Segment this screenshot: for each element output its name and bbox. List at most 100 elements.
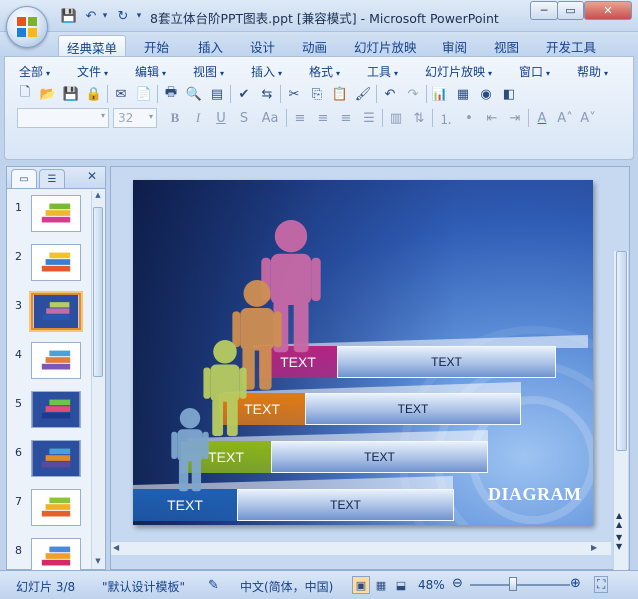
decrease-indent-icon[interactable]: ⇤ — [482, 108, 502, 128]
format-painter-icon[interactable]: 🖌 — [353, 84, 373, 104]
email-icon[interactable]: ✉ — [111, 84, 131, 104]
tab-design[interactable]: 设计 — [242, 35, 283, 56]
align-right-icon[interactable]: ≡ — [336, 108, 356, 128]
slideshow-view-icon[interactable]: ⬓ — [392, 576, 410, 594]
vertical-scroll-thumb[interactable] — [616, 251, 627, 451]
font-size-combo[interactable]: 32 ▾ — [113, 108, 157, 128]
research-icon[interactable]: ▤ — [207, 84, 227, 104]
scroll-down-icon[interactable]: ▼ — [93, 557, 103, 567]
horizontal-scrollbar[interactable]: ◀ ▶ — [111, 541, 611, 555]
language-indicator[interactable]: 中文(简体，中国) — [240, 578, 333, 595]
slide-thumbnail-1[interactable] — [31, 195, 81, 232]
menu-file[interactable]: 文件 ▾ — [77, 63, 108, 80]
slides-tab[interactable]: ▭ — [11, 169, 37, 188]
redo-icon[interactable]: ↻ — [114, 8, 132, 24]
slide-thumbnail-4[interactable] — [31, 342, 81, 379]
save-icon[interactable]: 💾 — [60, 8, 78, 24]
undo-dropdown-icon[interactable]: ▾ — [100, 8, 110, 24]
menu-format[interactable]: 格式 ▾ — [309, 63, 340, 80]
tab-view[interactable]: 视图 — [486, 35, 527, 56]
outline-tab[interactable]: ☰ — [39, 169, 65, 188]
shadow-button[interactable]: S — [234, 108, 254, 128]
next-slide-icon[interactable]: ▼ ▼ — [616, 533, 622, 551]
print-preview-icon[interactable]: 🔍 — [184, 84, 204, 104]
scroll-up-icon[interactable]: ▲ — [93, 191, 103, 201]
customize-qat-icon[interactable]: ▾ — [134, 8, 144, 24]
shrink-font-icon[interactable]: A˅ — [578, 108, 598, 128]
undo-icon[interactable]: ↶ — [380, 84, 400, 104]
slide-diagram-title[interactable]: DIAGRAM — [488, 484, 582, 505]
panel-scroll-thumb[interactable] — [93, 207, 103, 377]
change-case-button[interactable]: Aa — [257, 108, 283, 128]
menu-window[interactable]: 窗口 ▾ — [519, 63, 550, 80]
insert-table-icon[interactable]: ▦ — [453, 84, 473, 104]
print-icon[interactable]: 🖶 — [161, 84, 181, 104]
cut-icon[interactable]: ✂ — [284, 84, 304, 104]
slide-sorter-icon[interactable]: ▦ — [372, 576, 390, 594]
tab-animations[interactable]: 动画 — [294, 35, 335, 56]
undo-icon[interactable]: ↶ — [82, 8, 100, 24]
align-left-icon[interactable]: ≡ — [290, 108, 310, 128]
zoom-out-icon[interactable]: ⊖ — [452, 576, 463, 591]
increase-indent-icon[interactable]: ⇥ — [505, 108, 525, 128]
new-file-icon[interactable]: 🗋 — [15, 84, 35, 104]
align-center-icon[interactable]: ≡ — [313, 108, 333, 128]
restore-button[interactable]: ▭ — [557, 1, 584, 20]
slide-thumbnail-5[interactable] — [31, 391, 81, 428]
menu-insert[interactable]: 插入 ▾ — [251, 63, 282, 80]
font-name-combo[interactable]: ▾ — [17, 108, 109, 128]
slide-thumbnail-7[interactable] — [31, 489, 81, 526]
current-slide[interactable]: TEXT TEXT TEXT TEXT TEXT TEXT TEXT TEXT … — [133, 180, 593, 525]
copy-icon[interactable]: ⎘ — [307, 84, 327, 104]
slide-thumbnail-2[interactable] — [31, 244, 81, 281]
vertical-scrollbar[interactable]: ▲ ▲ ▼ ▼ — [613, 251, 628, 571]
panel-scrollbar[interactable]: ▲ ▼ — [91, 191, 104, 569]
slide-thumbnail-6[interactable] — [31, 440, 81, 477]
translate-icon[interactable]: ⇆ — [257, 84, 277, 104]
office-button[interactable] — [6, 6, 48, 48]
zoom-level[interactable]: 48% — [418, 578, 445, 592]
close-button[interactable]: ✕ — [584, 1, 632, 20]
spelling-icon[interactable]: ✔ — [234, 84, 254, 104]
paste-icon[interactable]: 📋 — [330, 84, 350, 104]
menu-tools[interactable]: 工具 ▾ — [367, 63, 398, 80]
text-direction-icon[interactable]: ⇅ — [409, 108, 429, 128]
tab-home[interactable]: 开始 — [136, 35, 177, 56]
redo-icon[interactable]: ↷ — [403, 84, 423, 104]
columns-icon[interactable]: ▥ — [386, 108, 406, 128]
justify-icon[interactable]: ☰ — [359, 108, 379, 128]
spelling-check-icon[interactable]: ✎ — [208, 578, 219, 593]
slide-thumbnail-3[interactable] — [31, 293, 81, 330]
normal-view-icon[interactable]: ▣ — [352, 576, 370, 594]
clip-art-icon[interactable]: ◉ — [476, 84, 496, 104]
previous-slide-icon[interactable]: ▲ ▲ — [616, 511, 622, 529]
insert-chart-icon[interactable]: 📊 — [430, 84, 450, 104]
italic-button[interactable]: I — [188, 108, 208, 128]
zoom-slider[interactable] — [470, 584, 570, 586]
bullets-icon[interactable]: • — [459, 108, 479, 128]
scroll-right-icon[interactable]: ▶ — [591, 543, 597, 552]
menu-edit[interactable]: 编辑 ▾ — [135, 63, 166, 80]
bold-button[interactable]: B — [165, 108, 185, 128]
grayscale-icon[interactable]: ◧ — [499, 84, 519, 104]
save-icon[interactable]: 💾 — [61, 84, 81, 104]
tab-insert[interactable]: 插入 — [190, 35, 231, 56]
numbering-icon[interactable]: ⒈ — [436, 108, 456, 128]
fit-to-window-icon[interactable]: ⛶ — [594, 576, 609, 593]
tab-developer[interactable]: 开发工具 — [538, 35, 604, 56]
tab-slideshow[interactable]: 幻灯片放映 — [346, 35, 425, 56]
font-color-icon[interactable]: A — [532, 108, 552, 128]
underline-button[interactable]: U — [211, 108, 231, 128]
scroll-left-icon[interactable]: ◀ — [113, 543, 119, 552]
minimize-button[interactable]: ─ — [530, 1, 558, 20]
tab-classic-menu[interactable]: 经典菜单 — [58, 35, 127, 56]
grow-font-icon[interactable]: A˄ — [555, 108, 575, 128]
pdf-icon[interactable]: 📄 — [134, 84, 154, 104]
menu-help[interactable]: 帮助 ▾ — [577, 63, 608, 80]
tab-review[interactable]: 审阅 — [434, 35, 475, 56]
menu-slideshow[interactable]: 幻灯片放映 ▾ — [425, 63, 492, 80]
menu-all[interactable]: 全部 ▾ — [19, 63, 50, 80]
zoom-slider-thumb[interactable] — [508, 577, 517, 591]
menu-view[interactable]: 视图 ▾ — [193, 63, 224, 80]
zoom-in-icon[interactable]: ⊕ — [570, 576, 581, 591]
